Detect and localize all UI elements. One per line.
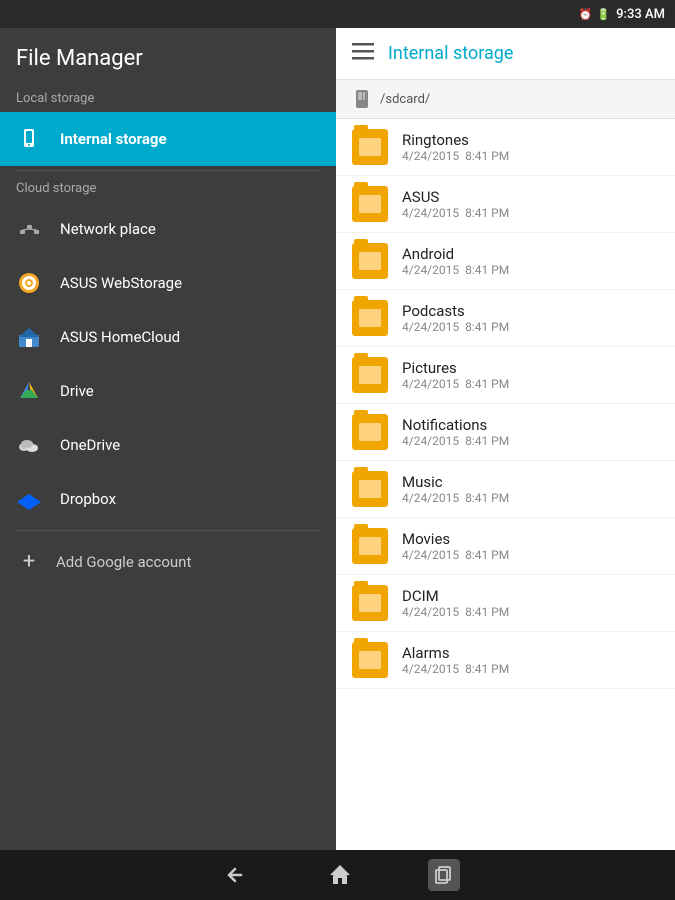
file-name: Notifications bbox=[402, 416, 509, 434]
dropbox-label: Dropbox bbox=[60, 490, 116, 508]
file-date: 4/24/2015 8:41 PM bbox=[402, 149, 509, 163]
sidebar-item-internal-storage[interactable]: Internal storage bbox=[0, 112, 336, 166]
sidebar: File Manager Local storage Internal stor… bbox=[0, 28, 336, 850]
file-info: Movies 4/24/2015 8:41 PM bbox=[402, 530, 509, 562]
asus-home-icon bbox=[16, 324, 42, 350]
file-name: Ringtones bbox=[402, 131, 509, 149]
file-list: Ringtones 4/24/2015 8:41 PM ASUS 4/24/20… bbox=[336, 119, 675, 850]
file-name: Android bbox=[402, 245, 509, 263]
home-button[interactable] bbox=[322, 857, 358, 893]
asus-web-icon bbox=[16, 270, 42, 296]
back-button[interactable] bbox=[216, 857, 252, 893]
alarm-icon: ⏰ bbox=[579, 8, 593, 21]
file-date: 4/24/2015 8:41 PM bbox=[402, 491, 509, 505]
onedrive-icon bbox=[16, 432, 42, 458]
sidebar-item-asus-webstorage[interactable]: ASUS WebStorage bbox=[0, 256, 336, 310]
breadcrumb-bar: /sdcard/ bbox=[336, 80, 675, 119]
battery-icon: 🔋 bbox=[596, 8, 610, 21]
folder-icon bbox=[352, 243, 388, 279]
folder-icon bbox=[352, 528, 388, 564]
file-item[interactable]: Ringtones 4/24/2015 8:41 PM bbox=[336, 119, 675, 176]
folder-icon bbox=[352, 642, 388, 678]
sidebar-item-onedrive[interactable]: OneDrive bbox=[0, 418, 336, 472]
file-date: 4/24/2015 8:41 PM bbox=[402, 548, 509, 562]
drive-label: Drive bbox=[60, 382, 94, 400]
sidebar-item-network-place[interactable]: Network place bbox=[0, 202, 336, 256]
file-item[interactable]: DCIM 4/24/2015 8:41 PM bbox=[336, 575, 675, 632]
sidebar-item-asus-homecloud[interactable]: ASUS HomeCloud bbox=[0, 310, 336, 364]
file-item[interactable]: Pictures 4/24/2015 8:41 PM bbox=[336, 347, 675, 404]
folder-icon bbox=[352, 300, 388, 336]
add-google-account-button[interactable]: + Add Google account bbox=[0, 535, 336, 588]
network-icon bbox=[16, 216, 42, 242]
file-info: DCIM 4/24/2015 8:41 PM bbox=[402, 587, 509, 619]
file-info: Notifications 4/24/2015 8:41 PM bbox=[402, 416, 509, 448]
file-info: Alarms 4/24/2015 8:41 PM bbox=[402, 644, 509, 676]
onedrive-label: OneDrive bbox=[60, 436, 120, 454]
network-place-label: Network place bbox=[60, 220, 156, 238]
add-account-label: Add Google account bbox=[56, 553, 191, 571]
file-name: Alarms bbox=[402, 644, 509, 662]
file-date: 4/24/2015 8:41 PM bbox=[402, 377, 509, 391]
file-info: Podcasts 4/24/2015 8:41 PM bbox=[402, 302, 509, 334]
file-info: Android 4/24/2015 8:41 PM bbox=[402, 245, 509, 277]
local-storage-label: Local storage bbox=[0, 85, 336, 112]
status-time: 9:33 AM bbox=[616, 7, 665, 22]
folder-icon bbox=[352, 471, 388, 507]
status-bar: ⏰ 🔋 9:33 AM bbox=[0, 0, 675, 28]
folder-icon bbox=[352, 414, 388, 450]
file-info: Ringtones 4/24/2015 8:41 PM bbox=[402, 131, 509, 163]
sidebar-item-drive[interactable]: Drive bbox=[0, 364, 336, 418]
asus-webstorage-label: ASUS WebStorage bbox=[60, 274, 182, 292]
file-info: Music 4/24/2015 8:41 PM bbox=[402, 473, 509, 505]
cloud-storage-label: Cloud storage bbox=[0, 175, 336, 202]
file-name: Pictures bbox=[402, 359, 509, 377]
divider-add-account bbox=[16, 530, 320, 531]
breadcrumb-path: /sdcard/ bbox=[380, 92, 430, 107]
file-name: Music bbox=[402, 473, 509, 491]
status-icons: ⏰ 🔋 bbox=[579, 8, 610, 21]
content-header: Internal storage bbox=[336, 28, 675, 80]
file-date: 4/24/2015 8:41 PM bbox=[402, 320, 509, 334]
file-date: 4/24/2015 8:41 PM bbox=[402, 434, 509, 448]
recent-apps-button[interactable] bbox=[428, 859, 460, 891]
file-date: 4/24/2015 8:41 PM bbox=[402, 206, 509, 220]
plus-icon: + bbox=[16, 549, 42, 574]
file-item[interactable]: ASUS 4/24/2015 8:41 PM bbox=[336, 176, 675, 233]
file-name: DCIM bbox=[402, 587, 509, 605]
file-item[interactable]: Movies 4/24/2015 8:41 PM bbox=[336, 518, 675, 575]
file-name: Movies bbox=[402, 530, 509, 548]
folder-icon bbox=[352, 129, 388, 165]
file-info: ASUS 4/24/2015 8:41 PM bbox=[402, 188, 509, 220]
hamburger-icon[interactable] bbox=[352, 40, 374, 67]
file-name: ASUS bbox=[402, 188, 509, 206]
drive-icon bbox=[16, 378, 42, 404]
sdcard-icon bbox=[352, 88, 374, 110]
file-item[interactable]: Podcasts 4/24/2015 8:41 PM bbox=[336, 290, 675, 347]
content-title: Internal storage bbox=[388, 43, 513, 64]
dropbox-icon bbox=[16, 486, 42, 512]
file-date: 4/24/2015 8:41 PM bbox=[402, 662, 509, 676]
nav-bar bbox=[0, 850, 675, 900]
file-item[interactable]: Alarms 4/24/2015 8:41 PM bbox=[336, 632, 675, 689]
folder-icon bbox=[352, 186, 388, 222]
app-title: File Manager bbox=[0, 28, 336, 85]
file-item[interactable]: Android 4/24/2015 8:41 PM bbox=[336, 233, 675, 290]
content-area: Internal storage /sdcard/ Ringtones 4/24… bbox=[336, 28, 675, 850]
phone-icon bbox=[16, 126, 42, 152]
file-info: Pictures 4/24/2015 8:41 PM bbox=[402, 359, 509, 391]
file-date: 4/24/2015 8:41 PM bbox=[402, 605, 509, 619]
file-item[interactable]: Music 4/24/2015 8:41 PM bbox=[336, 461, 675, 518]
file-date: 4/24/2015 8:41 PM bbox=[402, 263, 509, 277]
folder-icon bbox=[352, 585, 388, 621]
asus-homecloud-label: ASUS HomeCloud bbox=[60, 328, 180, 346]
file-item[interactable]: Notifications 4/24/2015 8:41 PM bbox=[336, 404, 675, 461]
folder-icon bbox=[352, 357, 388, 393]
internal-storage-label: Internal storage bbox=[60, 130, 167, 148]
main-container: File Manager Local storage Internal stor… bbox=[0, 28, 675, 850]
sidebar-item-dropbox[interactable]: Dropbox bbox=[0, 472, 336, 526]
divider-local-cloud bbox=[16, 170, 320, 171]
file-name: Podcasts bbox=[402, 302, 509, 320]
